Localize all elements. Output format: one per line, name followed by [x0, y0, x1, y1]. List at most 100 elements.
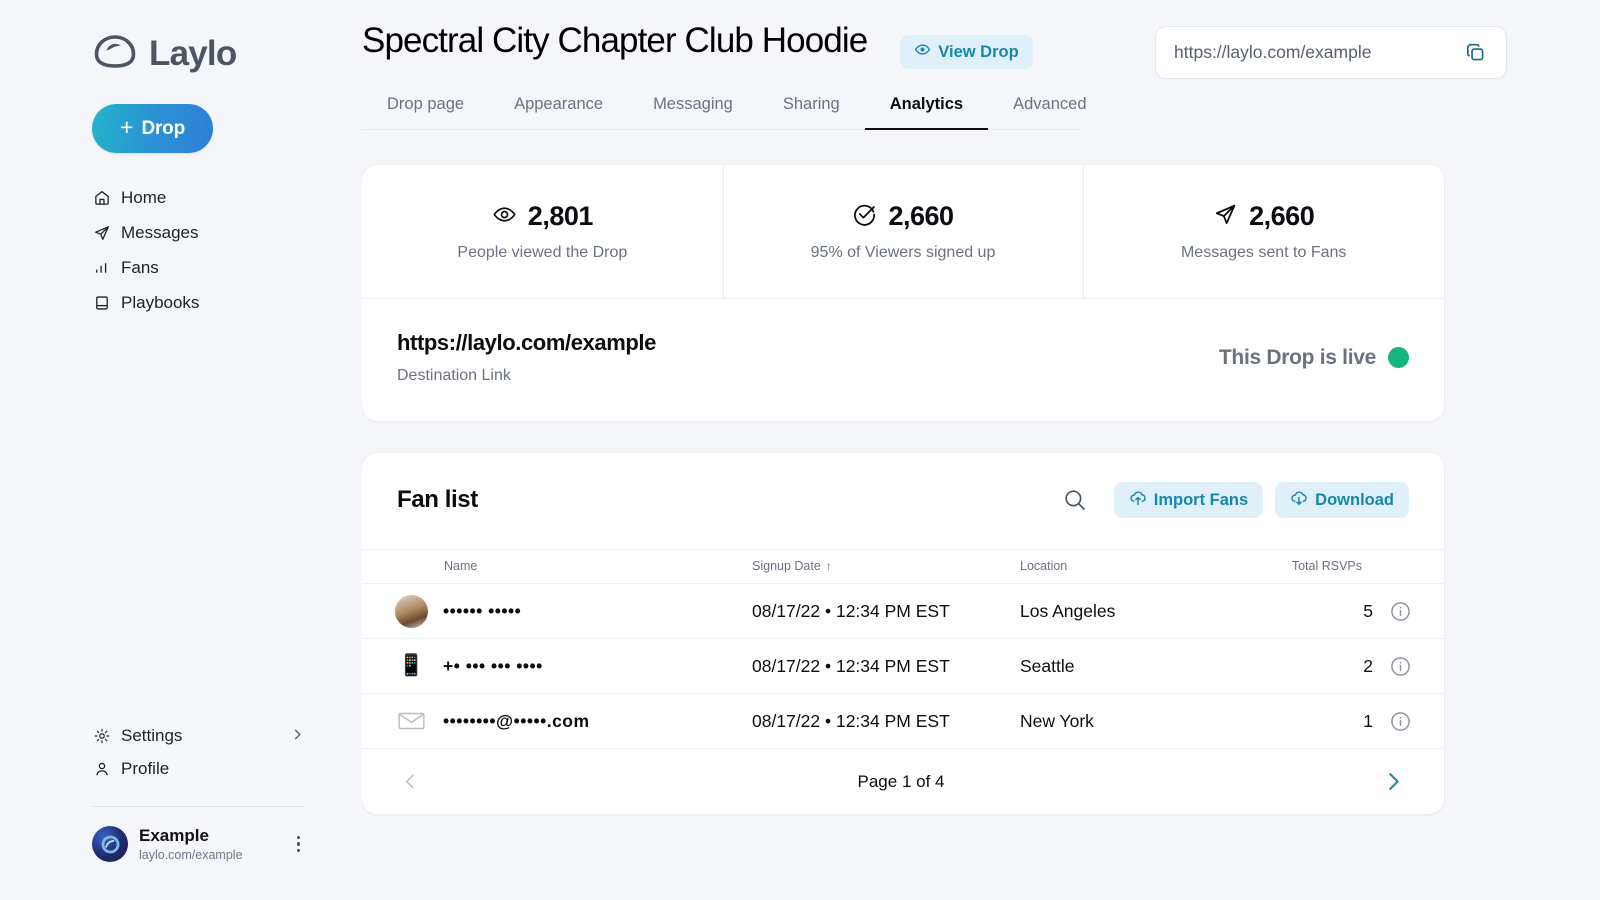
- cloud-download-icon: [1290, 489, 1308, 512]
- cell-total-rsvps: 1: [1290, 694, 1444, 749]
- fan-table-body: •••••• ••••• 08/17/22 • 12:34 PM EST Los…: [362, 583, 1444, 749]
- pagination: Page 1 of 4: [362, 748, 1444, 814]
- create-drop-button[interactable]: + Drop: [92, 104, 213, 153]
- phone-icon: 📱: [398, 654, 425, 677]
- table-row[interactable]: •••••• ••••• 08/17/22 • 12:34 PM EST Los…: [362, 583, 1444, 639]
- destination-link-row: https://laylo.com/example Destination Li…: [362, 299, 1444, 421]
- main-content: Spectral City Chapter Club Hoodie View D…: [362, 0, 1600, 900]
- cell-name: 📱 +• ••• ••• ••••: [362, 638, 752, 694]
- paper-plane-icon: [92, 224, 111, 243]
- download-button[interactable]: Download: [1275, 482, 1409, 518]
- envelope-icon: [395, 705, 428, 738]
- stat-value: 2,801: [527, 201, 594, 231]
- drop-url-field[interactable]: [1155, 26, 1507, 79]
- stat-views: 2,801 People viewed the Drop: [362, 165, 723, 298]
- import-fans-button[interactable]: Import Fans: [1113, 482, 1264, 518]
- bar-chart-icon: [92, 259, 111, 278]
- eye-icon: [914, 41, 931, 63]
- search-icon[interactable]: [1056, 481, 1094, 519]
- stat-label: People viewed the Drop: [457, 244, 628, 261]
- stat-value-row: 2,660: [852, 201, 954, 232]
- column-header-location[interactable]: Location: [1020, 549, 1290, 584]
- rsvp-count: 2: [1363, 655, 1373, 676]
- book-icon: [92, 294, 111, 313]
- account-card[interactable]: Example laylo.com/example: [92, 826, 304, 862]
- cell-location: Los Angeles: [1020, 583, 1290, 639]
- sidebar-item-label: Playbooks: [121, 293, 200, 312]
- view-drop-button[interactable]: View Drop: [900, 35, 1033, 69]
- sidebar-item-label: Messages: [121, 223, 199, 242]
- app-root: Laylo + Drop Home Messages Fans Playbook…: [0, 0, 1600, 900]
- rsvp-wrap: 5: [1290, 601, 1411, 622]
- fan-table: Name Signup Date ↑ Location Total RSVPs: [362, 549, 1444, 748]
- column-header-total-rsvps[interactable]: Total RSVPs: [1290, 549, 1444, 584]
- info-circle-icon[interactable]: [1390, 656, 1411, 677]
- account-info: Example laylo.com/example: [139, 826, 243, 862]
- tab-advanced[interactable]: Advanced: [988, 95, 1111, 129]
- stat-value-row: 2,660: [1213, 201, 1315, 232]
- previous-page-button[interactable]: [395, 766, 426, 797]
- cell-location: Seattle: [1020, 638, 1290, 694]
- gear-icon: [92, 726, 111, 745]
- stat-value: 2,660: [888, 201, 954, 231]
- tab-analytics[interactable]: Analytics: [864, 95, 989, 130]
- tab-bar: Drop page Appearance Messaging Sharing A…: [362, 95, 1087, 130]
- cell-signup-date: 08/17/22 • 12:34 PM EST: [752, 583, 1020, 639]
- laylo-logo-icon: [92, 33, 138, 75]
- column-label: Signup Date: [752, 559, 821, 573]
- rsvp-count: 1: [1363, 710, 1373, 731]
- home-icon: [92, 189, 111, 208]
- stat-label: Messages sent to Fans: [1180, 244, 1347, 261]
- sidebar: Laylo + Drop Home Messages Fans Playbook…: [0, 0, 362, 900]
- sidebar-item-messages[interactable]: Messages: [92, 217, 362, 249]
- info-circle-icon[interactable]: [1390, 601, 1411, 622]
- account-name: Example: [139, 826, 209, 846]
- tab-appearance[interactable]: Appearance: [489, 95, 628, 129]
- sidebar-item-settings[interactable]: Settings: [92, 719, 304, 752]
- cloud-upload-icon: [1129, 489, 1147, 512]
- fan-list-card: Fan list Import Fans Download Name Signu…: [362, 453, 1444, 814]
- fan-list-title: Fan list: [397, 486, 478, 513]
- avatar: [395, 594, 428, 628]
- create-drop-label: Drop: [141, 117, 185, 139]
- table-row[interactable]: ••••••••@•••••.com 08/17/22 • 12:34 PM E…: [362, 694, 1444, 749]
- fan-identity: •••••• •••••: [362, 584, 752, 638]
- table-row[interactable]: 📱 +• ••• ••• •••• 08/17/22 • 12:34 PM ES…: [362, 638, 1444, 694]
- tab-messaging[interactable]: Messaging: [628, 95, 758, 129]
- sidebar-item-fans[interactable]: Fans: [92, 252, 362, 284]
- cell-total-rsvps: 5: [1290, 583, 1444, 639]
- page-title: Spectral City Chapter Club Hoodie: [362, 21, 868, 60]
- fan-list-actions: Import Fans Download: [1056, 481, 1409, 519]
- check-circle-icon: [852, 202, 877, 232]
- cell-name: ••••••••@•••••.com: [362, 694, 752, 749]
- fan-identity: ••••••••@•••••.com: [362, 694, 752, 748]
- fan-table-header: Name Signup Date ↑ Location Total RSVPs: [362, 549, 1444, 584]
- cell-signup-date: 08/17/22 • 12:34 PM EST: [752, 638, 1020, 694]
- stat-value: 2,660: [1249, 201, 1315, 231]
- sidebar-item-playbooks[interactable]: Playbooks: [92, 287, 362, 319]
- destination-sublabel: Destination Link: [397, 367, 511, 384]
- send-icon: [1213, 202, 1238, 232]
- destination-url: https://laylo.com/example: [397, 330, 656, 355]
- table-header-row: Name Signup Date ↑ Location Total RSVPs: [362, 549, 1444, 584]
- column-header-name[interactable]: Name: [362, 549, 752, 584]
- tab-drop-page[interactable]: Drop page: [362, 95, 489, 129]
- rsvp-count: 5: [1363, 600, 1373, 621]
- status-badge: This Drop is live: [1219, 346, 1409, 370]
- next-page-button[interactable]: [1376, 764, 1411, 799]
- column-header-signup-date[interactable]: Signup Date ↑: [752, 549, 1020, 584]
- user-icon: [92, 759, 111, 778]
- fan-name: +• ••• ••• ••••: [443, 655, 543, 676]
- tab-sharing[interactable]: Sharing: [758, 95, 865, 129]
- info-circle-icon[interactable]: [1390, 711, 1411, 732]
- fan-name: ••••••••@•••••.com: [443, 710, 590, 731]
- download-label: Download: [1315, 490, 1394, 509]
- drop-url-input[interactable]: [1174, 42, 1460, 63]
- sidebar-item-label: Home: [121, 188, 167, 207]
- copy-icon[interactable]: [1460, 37, 1491, 68]
- kebab-menu-icon[interactable]: [293, 830, 305, 859]
- sidebar-item-profile[interactable]: Profile: [92, 752, 304, 785]
- rsvp-wrap: 2: [1290, 656, 1411, 677]
- brand-logo[interactable]: Laylo: [92, 33, 362, 75]
- sidebar-item-home[interactable]: Home: [92, 182, 362, 214]
